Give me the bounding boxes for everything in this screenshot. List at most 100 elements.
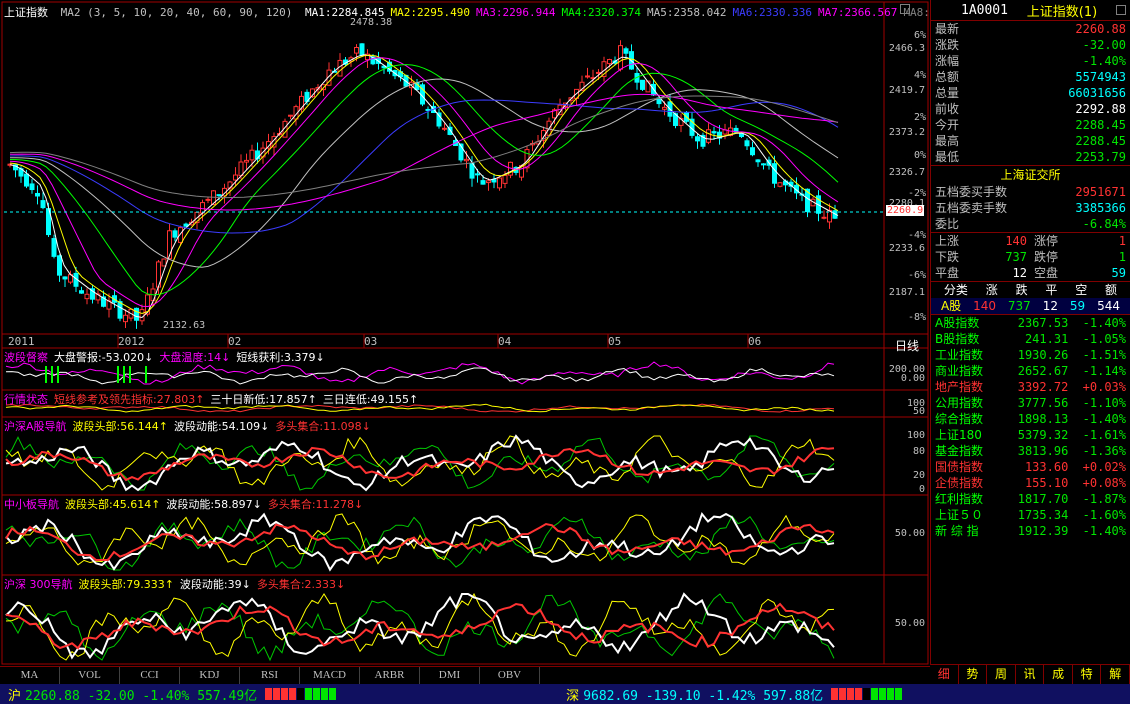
candle-body [640,79,645,90]
date-tick: 02 [228,335,242,348]
indicator-value: 短线获利:3.379↓ [236,351,325,364]
candle-body [40,200,46,209]
index-row[interactable]: B股指数 241.31 -1.05% [931,331,1130,347]
tab-cci[interactable]: CCI [120,667,180,684]
quote-label: 涨跌 [935,38,960,52]
sh-summary[interactable]: 2260.88 -32.00 -1.40% 557.49亿 [25,685,257,704]
ma-line [9,95,839,199]
tab-arbr[interactable]: ARBR [360,667,420,684]
period-label[interactable]: 日线 [895,337,919,354]
quote-label: 前收 [935,102,960,116]
percent-tick: 0% [913,150,926,161]
candle-body [139,309,145,322]
index-row[interactable]: 红利指数 1817.70 -1.87% [931,491,1130,507]
candle-body [359,43,365,56]
ma-values: MA1:2284.845 MA2:2295.490 MA3:2296.944 MA4:… [305,6,982,19]
order-row: 五档委卖手数 3385366 [931,200,1130,216]
class-cell-down: 737 [1007,299,1031,313]
index-price: 155.10 [1024,476,1069,490]
index-price: 241.31 [1024,332,1069,346]
class-header-cell: 额 [1105,283,1118,297]
class-table: 分类 涨 跌 平 空 额 A股 140 737 12 59 544 [931,282,1130,314]
main-title: 上证指数 [4,6,48,19]
index-row[interactable]: 工业指数 1930.26 -1.51% [931,347,1130,363]
candle-body [645,80,651,93]
class-row[interactable]: A股 140 737 12 59 544 [931,298,1130,314]
indicator-value: 波段头部:56.144↑ [72,420,168,433]
indicator-title: 中小板导航 [4,498,59,511]
quote-panel: 1A0001 上证指数(1) 最新 2260.88 涨跌 -32.00 涨幅 -1.40%… [930,0,1130,685]
index-row[interactable]: 综合指数 1898.13 -1.40% [931,411,1130,427]
index-row[interactable]: 商业指数 2652.67 -1.14% [931,363,1130,379]
indicator-tick: 80 [912,446,925,457]
indicator-value: 多头集合:11.278↓ [267,498,364,511]
close-icon[interactable] [900,4,910,14]
index-row[interactable]: 地产指数 3392.72 +0.03% [931,379,1130,395]
sz-summary[interactable]: 9682.69 -139.10 -1.42% 597.88亿 [583,685,823,704]
class-cell-flat: 12 [1042,299,1058,313]
order-value: 2951671 [1075,185,1126,199]
index-row[interactable]: 新 综 指 1912.39 -1.40% [931,523,1130,539]
tab-rsi[interactable]: RSI [240,667,300,684]
index-row[interactable]: A股指数 2367.53 -1.40% [931,315,1130,331]
quote-value: 2288.45 [1075,118,1126,132]
index-name: 基金指数 [935,444,984,458]
exchange-title: 上海证交所 [1000,168,1061,182]
index-price: 2367.53 [1017,316,1069,330]
candle-body [79,290,84,294]
quote-label: 今开 [935,118,960,132]
quote-tab[interactable]: 讯 [1016,665,1045,684]
price-tick: 2373.2 [888,127,925,138]
quote-tab[interactable]: 势 [959,665,988,684]
breadth-label: 下跌 [935,250,960,264]
tab-macd[interactable]: MACD [300,667,360,684]
quote-tab[interactable]: 周 [987,665,1016,684]
quote-tab[interactable]: 成 [1044,665,1073,684]
quote-label: 涨幅 [935,54,960,68]
quote-value: 5574943 [1075,70,1126,84]
ma-line [9,78,839,268]
indicator-tick: 100 [906,430,925,441]
indicator-title: 沪深 300导航 [4,578,73,591]
index-row[interactable]: 公用指数 3777.56 -1.10% [931,395,1130,411]
security-suffix: (1) [1078,4,1098,20]
quote-tab[interactable]: 特 [1073,665,1102,684]
index-row[interactable]: 基金指数 3813.96 -1.36% [931,443,1130,459]
index-name: A股指数 [935,316,980,330]
indicator-header: 沪深 300导航 波段头部:79.333↑ 波段动能:39↓ 多头集合:2.333↓ [4,576,351,592]
tab-dmi[interactable]: DMI [420,667,480,684]
indicator-tick: 50.00 [894,618,925,629]
candle-body [744,140,750,147]
indicator-header: 中小板导航 波段头部:45.614↑ 波段动能:58.897↓ 多头集合:11.278… [4,496,369,512]
indicator-value: 波段动能:58.897↓ [166,498,262,511]
breadth-value: 59 [1111,266,1126,280]
indicator-title: 行情状态 [4,393,48,406]
indicator-value: 短线参考及领先指标:27.803↑ [54,393,205,406]
index-name: 工业指数 [935,348,984,362]
quote-label: 总额 [935,70,960,84]
breadth-list: 上涨 140 涨停 1 下跌 737 跌停 1 平盘 12 空盘 59 [931,233,1130,281]
index-price: 1817.70 [1017,492,1069,506]
candle-body [585,75,590,78]
index-row[interactable]: 企债指数 155.10 +0.08% [931,475,1130,491]
class-cell-amt: 544 [1097,299,1120,313]
breadth-row: 上涨 140 涨停 1 [931,233,1130,249]
class-cell-empty: 59 [1069,299,1086,313]
candle-body [739,133,744,138]
tab-ma[interactable]: MA [0,667,60,684]
panel-close-icon[interactable] [1116,5,1126,15]
security-code: 1A0001 [961,2,1008,18]
index-row[interactable]: 国债指数 133.60 +0.02% [931,459,1130,475]
chart-area[interactable]: 上证指数 MA2 (3, 5, 10, 20, 40, 60, 90, 120)… [0,0,976,666]
quote-tab[interactable]: 细 [930,665,959,684]
tab-obv[interactable]: OBV [480,667,540,684]
indicator-value: 波段动能:39↓ [179,578,251,591]
index-row[interactable]: 上证180 5379.32 -1.61% [931,427,1130,443]
breadth-value: 1 [1118,250,1126,264]
tab-vol[interactable]: VOL [60,667,120,684]
index-change: -1.61% [1082,428,1127,442]
kline-svg[interactable] [0,0,930,666]
index-row[interactable]: 上证５０ 1735.34 -1.60% [931,507,1130,523]
quote-tab[interactable]: 解 [1101,665,1130,684]
tab-kdj[interactable]: KDJ [180,667,240,684]
